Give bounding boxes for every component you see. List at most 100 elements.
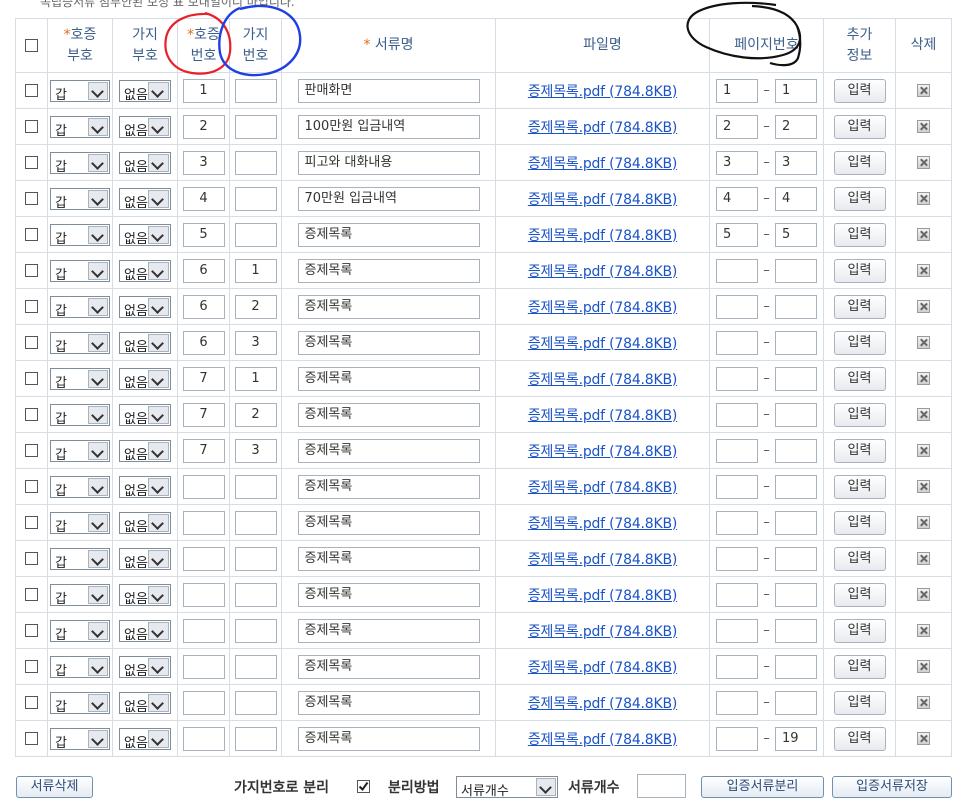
number-input[interactable] <box>182 618 225 643</box>
branch-code-select[interactable]: 없음 <box>119 619 171 643</box>
row-select-cell[interactable] <box>15 684 48 721</box>
code-select[interactable]: 갑 <box>50 475 110 499</box>
code-select[interactable]: 갑 <box>50 619 110 643</box>
split-method-select[interactable]: 서류개수 <box>456 776 558 799</box>
page-to-input[interactable] <box>775 294 817 319</box>
file-link[interactable]: 증제목록.pdf (784.8KB) <box>528 120 678 136</box>
delete-row-icon[interactable] <box>917 516 930 529</box>
extra-info-input-button[interactable]: 입력 <box>833 690 886 715</box>
extra-info-input-button[interactable]: 입력 <box>833 294 886 319</box>
file-link[interactable]: 증제목록.pdf (784.8KB) <box>528 372 678 388</box>
code-select[interactable]: 갑 <box>50 655 110 679</box>
delete-row-icon[interactable] <box>917 192 930 205</box>
page-to-input[interactable] <box>775 546 817 571</box>
extra-info-input-button[interactable]: 입력 <box>833 150 886 175</box>
number-input[interactable] <box>182 582 225 607</box>
page-to-input[interactable] <box>775 366 817 391</box>
branch-number-input[interactable] <box>234 186 277 211</box>
page-from-input[interactable]: 1 <box>716 78 758 103</box>
row-select-cell[interactable] <box>15 288 48 325</box>
page-to-input[interactable] <box>775 330 817 355</box>
code-select[interactable]: 갑 <box>50 691 110 715</box>
file-link[interactable]: 증제목록.pdf (784.8KB) <box>528 264 678 280</box>
row-checkbox[interactable] <box>25 408 38 421</box>
extra-info-input-button[interactable]: 입력 <box>833 654 886 679</box>
file-link[interactable]: 증제목록.pdf (784.8KB) <box>528 192 678 208</box>
split-by-branch-checkbox[interactable] <box>357 780 370 793</box>
row-select-cell[interactable] <box>15 72 48 109</box>
page-from-input[interactable]: 2 <box>716 114 758 139</box>
header-select-all[interactable] <box>15 18 48 73</box>
row-select-cell[interactable] <box>15 576 48 613</box>
page-to-input[interactable] <box>775 474 817 499</box>
number-input[interactable]: 6 <box>182 258 225 283</box>
row-select-cell[interactable] <box>15 216 48 253</box>
code-select[interactable]: 갑 <box>50 403 110 427</box>
row-checkbox[interactable] <box>25 696 38 709</box>
delete-row-icon[interactable] <box>917 120 930 133</box>
extra-info-input-button[interactable]: 입력 <box>833 402 886 427</box>
page-from-input[interactable] <box>716 366 758 391</box>
branch-number-input[interactable]: 2 <box>234 294 277 319</box>
page-to-input[interactable] <box>775 654 817 679</box>
file-link[interactable]: 증제목록.pdf (784.8KB) <box>528 228 678 244</box>
delete-row-icon[interactable] <box>917 660 930 673</box>
file-link[interactable]: 증제목록.pdf (784.8KB) <box>528 156 678 172</box>
page-to-input[interactable] <box>775 582 817 607</box>
doc-name-input[interactable]: 증제목록 <box>297 726 480 751</box>
doc-name-input[interactable]: 증제목록 <box>297 366 480 391</box>
file-link[interactable]: 증제목록.pdf (784.8KB) <box>528 516 678 532</box>
code-select[interactable]: 갑 <box>50 367 110 391</box>
page-to-input[interactable]: 1 <box>775 78 817 103</box>
branch-code-select[interactable]: 없음 <box>119 295 171 319</box>
number-input[interactable]: 4 <box>182 186 225 211</box>
row-select-cell[interactable] <box>15 540 48 577</box>
row-select-cell[interactable] <box>15 612 48 649</box>
extra-info-input-button[interactable]: 입력 <box>833 582 886 607</box>
doc-name-input[interactable]: 증제목록 <box>297 690 480 715</box>
doc-name-input[interactable]: 증제목록 <box>297 330 480 355</box>
extra-info-input-button[interactable]: 입력 <box>833 474 886 499</box>
page-from-input[interactable] <box>716 582 758 607</box>
code-select[interactable]: 갑 <box>50 727 110 751</box>
branch-number-input[interactable] <box>234 726 277 751</box>
doc-name-input[interactable]: 판매화면 <box>297 78 480 103</box>
page-from-input[interactable] <box>716 726 758 751</box>
doc-name-input[interactable]: 증제목록 <box>297 402 480 427</box>
file-link[interactable]: 증제목록.pdf (784.8KB) <box>528 696 678 712</box>
page-from-input[interactable] <box>716 438 758 463</box>
row-checkbox[interactable] <box>25 336 38 349</box>
number-input[interactable]: 1 <box>182 78 225 103</box>
doc-name-input[interactable]: 증제목록 <box>297 474 480 499</box>
branch-number-input[interactable] <box>234 654 277 679</box>
code-select[interactable]: 갑 <box>50 331 110 355</box>
page-to-input[interactable]: 4 <box>775 186 817 211</box>
number-input[interactable] <box>182 474 225 499</box>
save-evidence-button[interactable]: 입증서류저장 <box>832 776 952 798</box>
row-select-cell[interactable] <box>15 252 48 289</box>
delete-row-icon[interactable] <box>917 372 930 385</box>
page-from-input[interactable] <box>716 258 758 283</box>
branch-code-select[interactable]: 없음 <box>119 79 171 103</box>
file-link[interactable]: 증제목록.pdf (784.8KB) <box>528 588 678 604</box>
branch-code-select[interactable]: 없음 <box>119 259 171 283</box>
row-checkbox[interactable] <box>25 624 38 637</box>
delete-row-icon[interactable] <box>917 588 930 601</box>
extra-info-input-button[interactable]: 입력 <box>833 258 886 283</box>
page-to-input[interactable] <box>775 258 817 283</box>
page-from-input[interactable] <box>716 618 758 643</box>
code-select[interactable]: 갑 <box>50 223 110 247</box>
doc-count-input[interactable] <box>637 774 686 798</box>
branch-number-input[interactable]: 1 <box>234 366 277 391</box>
row-checkbox[interactable] <box>25 732 38 745</box>
row-checkbox[interactable] <box>25 588 38 601</box>
number-input[interactable] <box>182 726 225 751</box>
number-input[interactable] <box>182 690 225 715</box>
row-select-cell[interactable] <box>15 468 48 505</box>
page-to-input[interactable]: 19 <box>775 726 817 751</box>
branch-code-select[interactable]: 없음 <box>119 691 171 715</box>
number-input[interactable]: 7 <box>182 438 225 463</box>
doc-name-input[interactable]: 증제목록 <box>297 654 480 679</box>
file-link[interactable]: 증제목록.pdf (784.8KB) <box>528 300 678 316</box>
code-select[interactable]: 갑 <box>50 295 110 319</box>
